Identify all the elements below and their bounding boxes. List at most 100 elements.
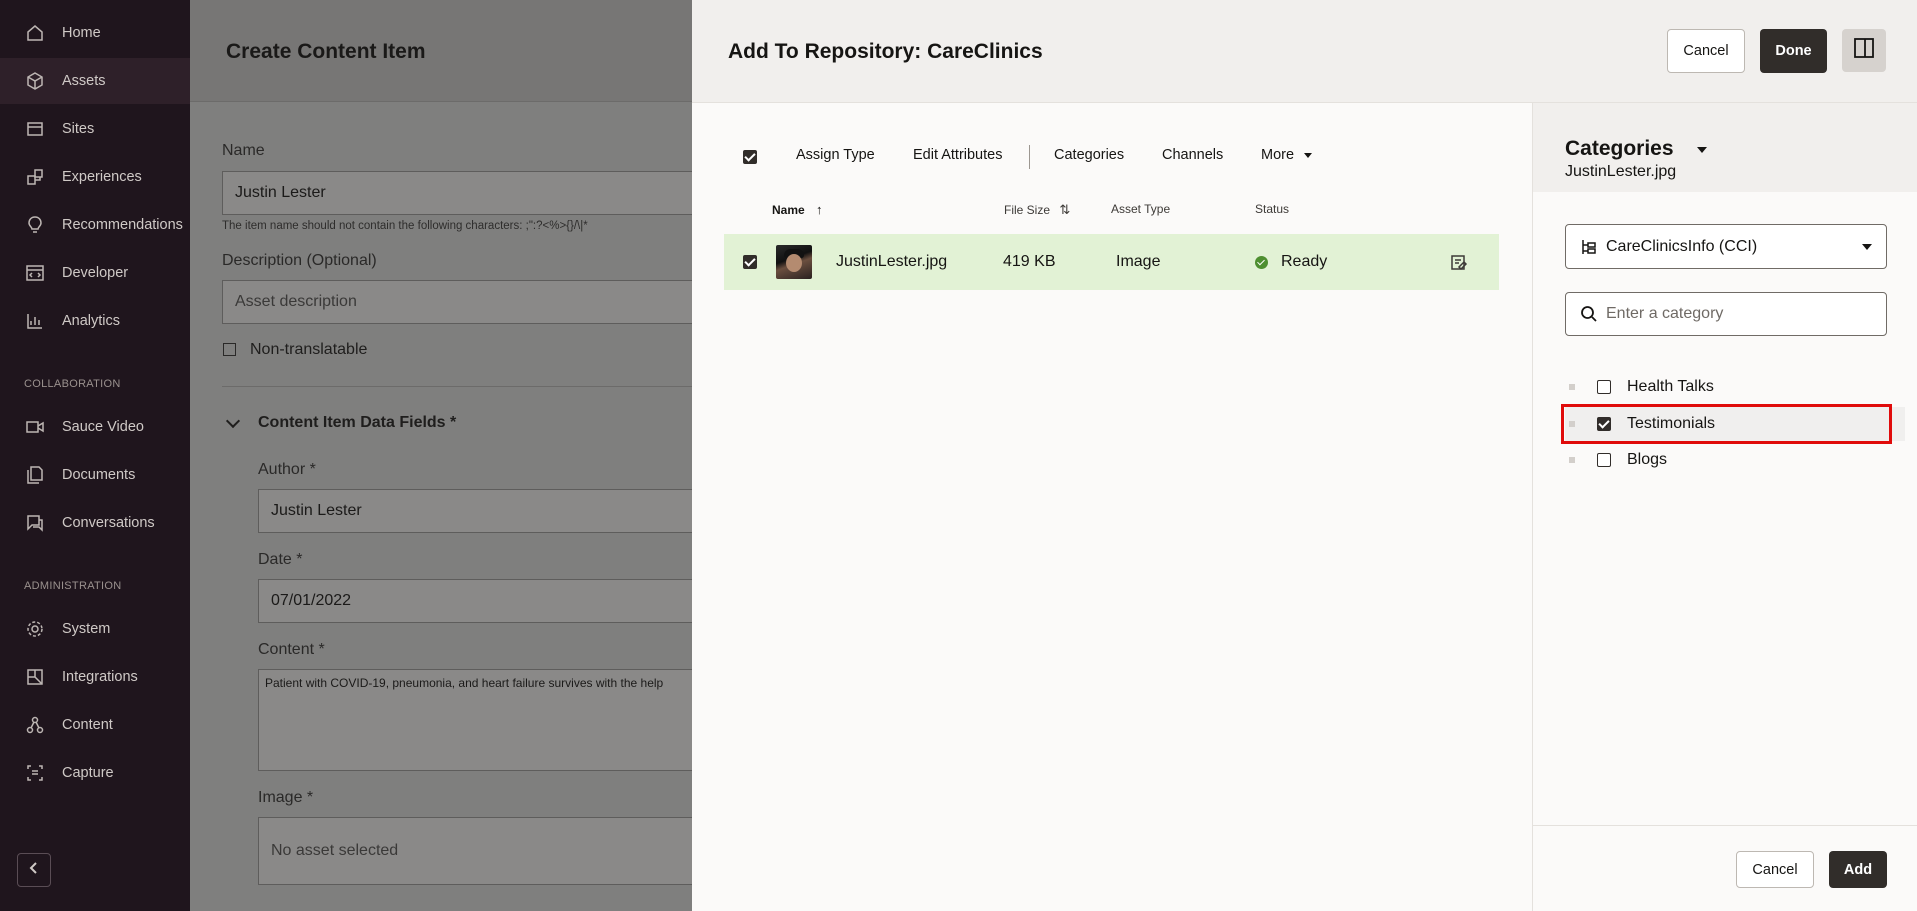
category-checkbox[interactable] bbox=[1597, 417, 1611, 431]
nav-label: System bbox=[62, 621, 111, 637]
chevron-down-icon[interactable] bbox=[225, 413, 241, 429]
select-all-checkbox[interactable] bbox=[743, 150, 757, 164]
column-header-file-size[interactable]: File Size ⇅ bbox=[1004, 202, 1070, 218]
add-button[interactable]: Add bbox=[1829, 851, 1887, 888]
page-title: Create Content Item bbox=[226, 40, 426, 63]
content-icon bbox=[24, 714, 46, 736]
column-header-name[interactable]: Name ↑ bbox=[772, 202, 823, 217]
nav-home[interactable]: Home bbox=[0, 10, 190, 56]
taxonomy-selected: CareClinicsInfo (CCI) bbox=[1606, 237, 1758, 255]
nav-label: Documents bbox=[62, 467, 136, 483]
documents-icon bbox=[24, 464, 46, 486]
dialog-header: Add To Repository: CareClinics Cancel Do… bbox=[692, 0, 1917, 103]
divider bbox=[222, 386, 692, 387]
toggle-side-panel-button[interactable] bbox=[1842, 29, 1886, 72]
chevron-down-icon bbox=[1862, 244, 1872, 250]
asset-name[interactable]: JustinLester.jpg bbox=[836, 253, 947, 271]
nav-assets[interactable]: Assets bbox=[0, 58, 190, 104]
assign-type-button[interactable]: Assign Type bbox=[796, 147, 875, 163]
taxonomy-select[interactable]: CareClinicsInfo (CCI) bbox=[1565, 224, 1887, 269]
name-field[interactable]: Justin Lester bbox=[222, 171, 692, 215]
collapse-sidebar-button[interactable] bbox=[17, 853, 51, 887]
cube-icon bbox=[24, 70, 46, 92]
category-label: Health Talks bbox=[1627, 378, 1714, 395]
experiences-icon bbox=[24, 166, 46, 188]
row-checkbox[interactable] bbox=[743, 255, 757, 269]
create-content-item-page: Create Content Item Name Justin Lester T… bbox=[190, 0, 692, 911]
categories-panel: Categories JustinLester.jpg CareClinicsI… bbox=[1532, 103, 1917, 911]
more-label: More bbox=[1261, 147, 1295, 163]
category-item-health-talks[interactable]: Health Talks bbox=[1565, 370, 1905, 404]
category-label: Testimonials bbox=[1627, 415, 1716, 432]
non-translatable-label: Non-translatable bbox=[250, 341, 368, 358]
nav-conversations[interactable]: Conversations bbox=[0, 500, 190, 546]
asset-type: Image bbox=[1116, 253, 1161, 270]
nav-developer[interactable]: Developer bbox=[0, 250, 190, 296]
nav-analytics[interactable]: Analytics bbox=[0, 298, 190, 344]
content-textarea[interactable]: Patient with COVID-19, pneumonia, and he… bbox=[258, 669, 692, 771]
done-button[interactable]: Done bbox=[1760, 29, 1827, 73]
nav-system[interactable]: System bbox=[0, 606, 190, 652]
date-label: Date * bbox=[258, 551, 303, 568]
categories-panel-title[interactable]: Categories bbox=[1565, 137, 1674, 161]
nav-label: Home bbox=[62, 25, 101, 41]
nav-label: Content bbox=[62, 717, 113, 733]
cancel-button[interactable]: Cancel bbox=[1667, 29, 1745, 73]
chevron-left-icon bbox=[27, 861, 41, 880]
category-item-testimonials[interactable]: Testimonials bbox=[1565, 407, 1905, 441]
category-checkbox[interactable] bbox=[1597, 380, 1611, 394]
asset-file-size: 419 KB bbox=[1003, 253, 1056, 270]
search-icon bbox=[1579, 304, 1599, 324]
category-checkbox[interactable] bbox=[1597, 453, 1611, 467]
edit-properties-icon[interactable] bbox=[1450, 254, 1468, 272]
categories-button[interactable]: Categories bbox=[1054, 147, 1124, 163]
nav-experiences[interactable]: Experiences bbox=[0, 154, 190, 200]
page-header: Create Content Item bbox=[190, 0, 692, 102]
nav-label: Sauce Video bbox=[62, 419, 144, 435]
home-icon bbox=[24, 22, 46, 44]
channels-button[interactable]: Channels bbox=[1162, 147, 1223, 163]
toolbar-divider bbox=[1029, 145, 1030, 169]
column-header-asset-type[interactable]: Asset Type bbox=[1111, 202, 1170, 216]
category-search-input[interactable] bbox=[1606, 301, 1876, 327]
category-search[interactable] bbox=[1565, 292, 1887, 336]
sort-icon: ⇅ bbox=[1059, 202, 1071, 217]
lightbulb-icon bbox=[24, 214, 46, 236]
author-label: Author * bbox=[258, 461, 316, 478]
nav-content[interactable]: Content bbox=[0, 702, 190, 748]
image-field[interactable]: No asset selected bbox=[258, 817, 692, 885]
side-panel-icon bbox=[1853, 37, 1875, 64]
nav-integrations[interactable]: Integrations bbox=[0, 654, 190, 700]
more-menu-button[interactable]: More bbox=[1261, 147, 1313, 163]
data-fields-heading: Content Item Data Fields * bbox=[258, 414, 457, 431]
section-collaboration: COLLABORATION bbox=[24, 378, 121, 390]
column-header-status[interactable]: Status bbox=[1255, 202, 1289, 216]
category-label: Blogs bbox=[1627, 451, 1668, 468]
edit-attributes-button[interactable]: Edit Attributes bbox=[913, 147, 1002, 163]
nav-sauce-video[interactable]: Sauce Video bbox=[0, 404, 190, 450]
conversations-icon bbox=[24, 512, 46, 534]
asset-status: Ready bbox=[1281, 253, 1328, 270]
dialog-title: Add To Repository: CareClinics bbox=[728, 40, 1043, 63]
author-field[interactable]: Justin Lester bbox=[258, 489, 692, 533]
video-icon bbox=[24, 416, 46, 438]
category-item-blogs[interactable]: Blogs bbox=[1565, 443, 1905, 477]
nav-label: Integrations bbox=[62, 669, 138, 685]
nav-label: Assets bbox=[62, 73, 106, 89]
nav-capture[interactable]: Capture bbox=[0, 750, 190, 796]
non-translatable-checkbox[interactable] bbox=[223, 343, 236, 356]
nav-label: Sites bbox=[62, 121, 95, 137]
tree-bullet bbox=[1569, 421, 1575, 427]
nav-label: Capture bbox=[62, 765, 114, 781]
caret-down-icon[interactable] bbox=[1697, 147, 1707, 153]
panel-cancel-button[interactable]: Cancel bbox=[1736, 851, 1814, 888]
nav-label: Analytics bbox=[62, 313, 121, 329]
sites-icon bbox=[24, 118, 46, 140]
integrations-icon bbox=[24, 666, 46, 688]
nav-recommendations[interactable]: Recommendations bbox=[0, 202, 190, 248]
description-field[interactable]: Asset description bbox=[222, 280, 692, 324]
nav-sites[interactable]: Sites bbox=[0, 106, 190, 152]
nav-documents[interactable]: Documents bbox=[0, 452, 190, 498]
date-field[interactable]: 07/01/2022 bbox=[258, 579, 692, 623]
caret-down-icon bbox=[1304, 152, 1313, 158]
